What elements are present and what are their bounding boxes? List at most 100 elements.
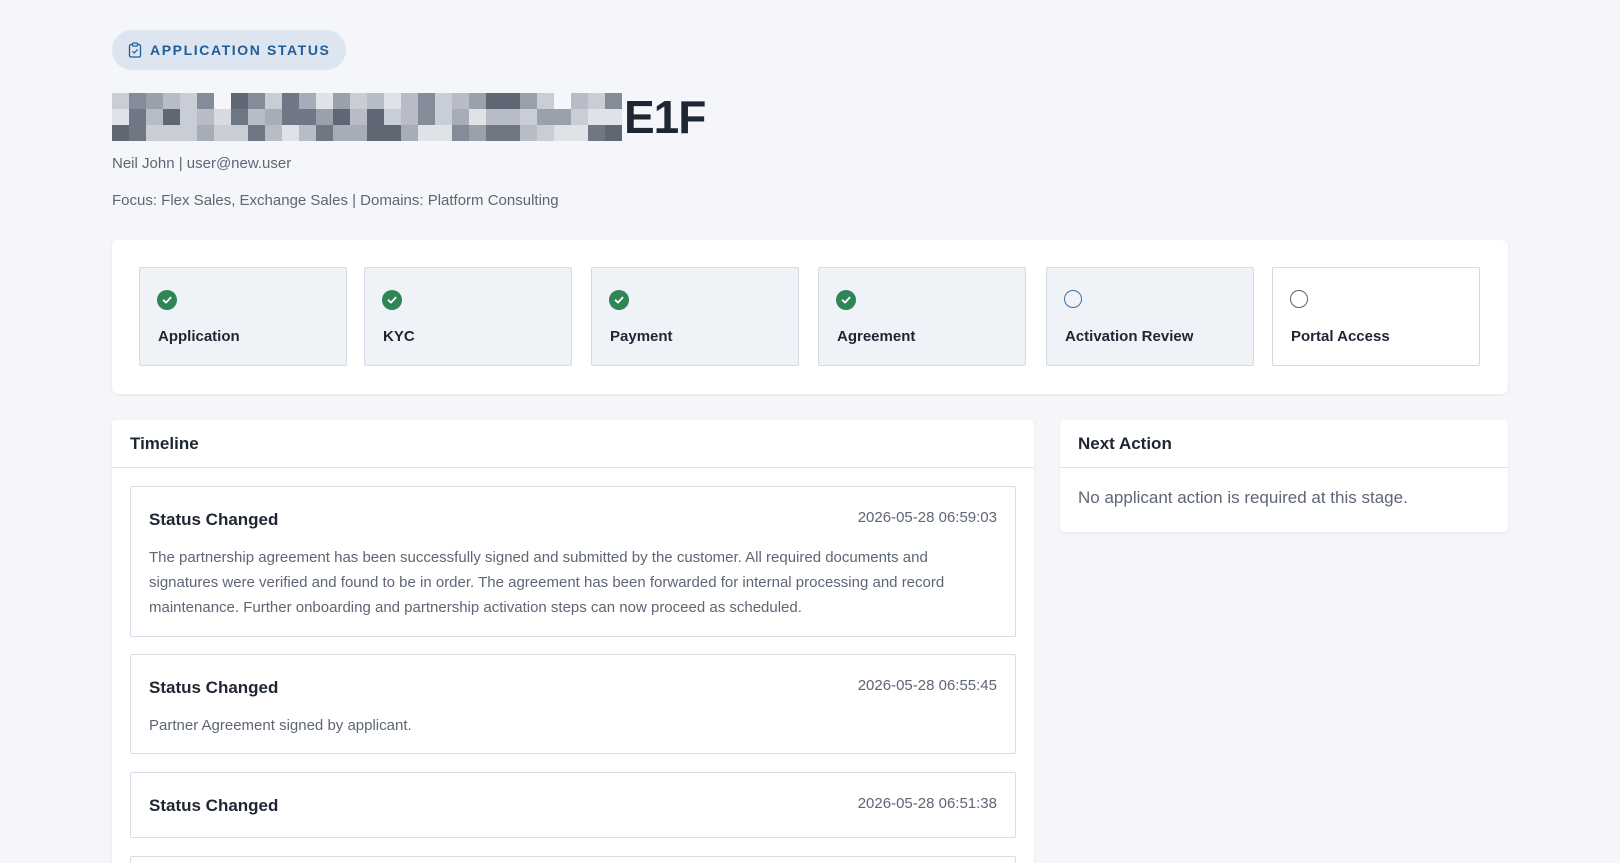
mosaic-tile [384, 125, 401, 141]
next-action-message: No applicant action is required at this … [1078, 488, 1408, 507]
mosaic-tile [384, 109, 401, 125]
mosaic-tile [299, 109, 316, 125]
mosaic-tile [112, 109, 129, 125]
mosaic-tile [163, 93, 180, 109]
mosaic-tile [571, 125, 588, 141]
mosaic-tile [469, 109, 486, 125]
mosaic-tile [520, 109, 537, 125]
mosaic-tile [214, 93, 231, 109]
mosaic-tile [197, 109, 214, 125]
empty-circle-icon [1064, 290, 1084, 310]
mosaic-tile [231, 109, 248, 125]
empty-circle-icon [1290, 290, 1310, 310]
mosaic-tile [401, 93, 418, 109]
mosaic-tile [588, 93, 605, 109]
mosaic-tile [418, 109, 435, 125]
timeline-event: Status Changed 2026-05-28 06:55:45 Partn… [130, 654, 1016, 754]
mosaic-tile [112, 125, 129, 141]
mosaic-tile [299, 125, 316, 141]
clipboard-icon [128, 42, 142, 58]
event-description: Partner Agreement signed by applicant. [149, 717, 412, 734]
mosaic-tile [486, 125, 503, 141]
mosaic-tile [350, 109, 367, 125]
mosaic-tile [503, 93, 520, 109]
mosaic-tile [435, 109, 452, 125]
application-status-pill: APPLICATION STATUS [112, 30, 347, 70]
mosaic-tile [265, 93, 282, 109]
mosaic-tile [588, 109, 605, 125]
event-timestamp: 2026-05-28 06:55:45 [857, 677, 997, 694]
mosaic-tile [129, 93, 146, 109]
mosaic-tile [316, 125, 333, 141]
mosaic-tile [129, 125, 146, 141]
event-timestamp: 2026-05-28 06:59:03 [857, 509, 997, 526]
check-circle-icon [157, 290, 177, 310]
timeline-event: Status Changed 2026-05-28 06:59:03 The p… [130, 486, 1016, 637]
mosaic-tile [520, 93, 537, 109]
timeline-event: Status Changed 2026-05-28 06:51:38 [130, 772, 1016, 838]
check-circle-icon [836, 290, 856, 310]
mosaic-tile [418, 125, 435, 141]
next-action-panel: Next Action No applicant action is requi… [1060, 420, 1508, 532]
mosaic-tile [554, 93, 571, 109]
stage-label: Activation Review [1065, 328, 1194, 345]
mosaic-tile [333, 125, 350, 141]
stage-kyc: KYC [364, 267, 572, 366]
mosaic-tile [452, 93, 469, 109]
stage-label: Portal Access [1291, 328, 1390, 345]
mosaic-tile [435, 125, 452, 141]
mosaic-tile [333, 109, 350, 125]
mosaic-tile [265, 125, 282, 141]
mosaic-tile [214, 125, 231, 141]
mosaic-tile [435, 93, 452, 109]
mosaic-tile [571, 93, 588, 109]
mosaic-tile [282, 109, 299, 125]
mosaic-tile [146, 93, 163, 109]
mosaic-tile [214, 109, 231, 125]
stage-label: KYC [383, 328, 415, 345]
mosaic-tile [401, 125, 418, 141]
mosaic-tile [197, 93, 214, 109]
applicant-focus-line: Focus: Flex Sales, Exchange Sales | Doma… [112, 192, 559, 209]
mosaic-tile [112, 93, 129, 109]
event-title: Status Changed [149, 678, 279, 697]
mosaic-tile [452, 109, 469, 125]
mosaic-tile [129, 109, 146, 125]
mosaic-tile [316, 109, 333, 125]
mosaic-tile [248, 93, 265, 109]
mosaic-tile [180, 93, 197, 109]
mosaic-tile [299, 93, 316, 109]
event-title: Status Changed [149, 796, 279, 815]
mosaic-tile [537, 125, 554, 141]
mosaic-tile [469, 125, 486, 141]
next-action-title: Next Action [1060, 420, 1508, 468]
mosaic-tile [265, 109, 282, 125]
status-pill-label: APPLICATION STATUS [150, 42, 331, 58]
stage-label: Payment [610, 328, 673, 345]
mosaic-tile [418, 93, 435, 109]
title-visible-suffix: E1F [624, 91, 706, 143]
check-circle-icon [382, 290, 402, 310]
mosaic-tile [282, 125, 299, 141]
mosaic-tile [469, 93, 486, 109]
mosaic-tile [231, 93, 248, 109]
stage-progress-card: Application KYC Payment Agreement Activa… [112, 240, 1508, 394]
mosaic-tile [605, 93, 622, 109]
mosaic-tile [486, 93, 503, 109]
mosaic-tile [401, 109, 418, 125]
event-title: Status Changed [149, 510, 279, 529]
mosaic-tile [605, 125, 622, 141]
mosaic-tile [520, 125, 537, 141]
mosaic-tile [163, 109, 180, 125]
mosaic-tile [350, 93, 367, 109]
mosaic-tile [180, 125, 197, 141]
mosaic-tile [554, 109, 571, 125]
application-status-page: APPLICATION STATUS E1F Neil John | user@… [0, 0, 1620, 863]
mosaic-tile [486, 109, 503, 125]
mosaic-tile [248, 125, 265, 141]
stage-application: Application [139, 267, 347, 366]
mosaic-tile [452, 125, 469, 141]
mosaic-tile [333, 93, 350, 109]
event-timestamp: 2026-05-28 06:51:38 [857, 795, 997, 812]
mosaic-tile [231, 125, 248, 141]
